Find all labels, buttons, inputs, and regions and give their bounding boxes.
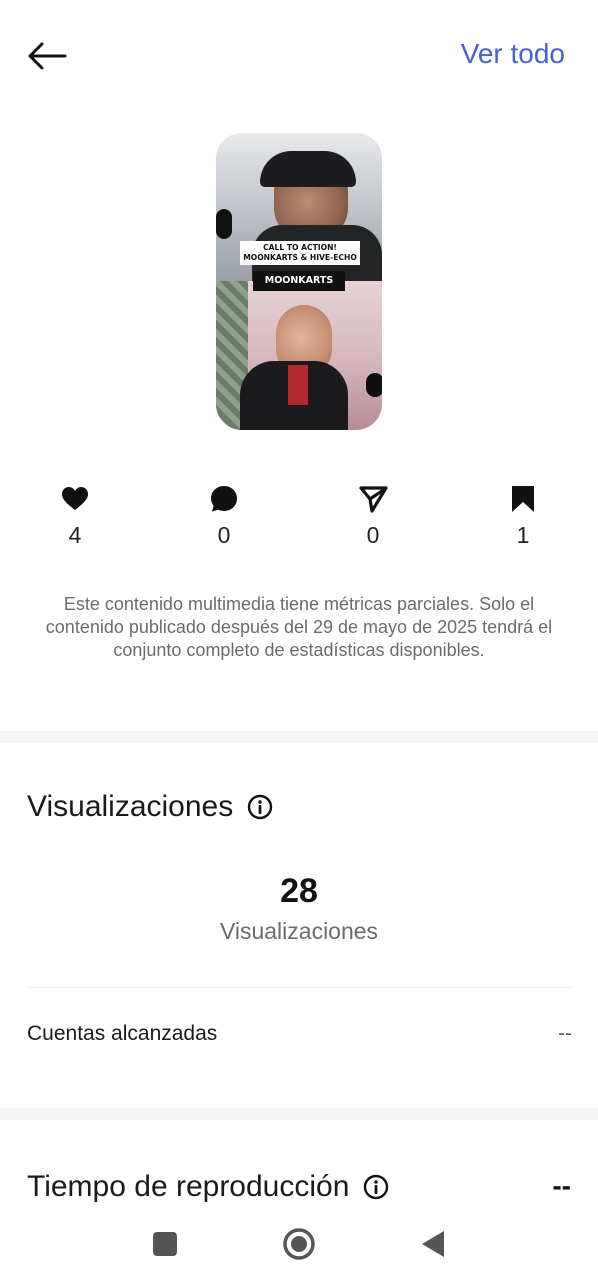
watch-time-value: -- (552, 1170, 571, 1201)
system-back-button[interactable] (413, 1224, 453, 1264)
info-icon[interactable] (247, 794, 273, 820)
watch-time-title-text: Tiempo de reproducción (27, 1170, 350, 1203)
accounts-reached-row: Cuentas alcanzadas -- (27, 1022, 572, 1046)
likes-count: 4 (68, 522, 82, 548)
section-divider (0, 731, 598, 743)
comments-stat: 0 (184, 484, 264, 549)
share-icon (359, 486, 388, 513)
shares-count: 0 (366, 522, 380, 548)
views-section-title: Visualizaciones (27, 790, 273, 824)
views-count: 28 (280, 872, 318, 910)
comments-count: 0 (217, 522, 231, 548)
views-count-label: Visualizaciones (219, 918, 379, 944)
recents-button[interactable] (145, 1224, 185, 1264)
saves-stat: 1 (483, 484, 563, 549)
see-all-link[interactable]: Ver todo (461, 38, 565, 70)
system-navigation-bar (0, 1206, 598, 1280)
back-button[interactable] (24, 36, 70, 76)
thumbnail-cap (260, 151, 356, 187)
views-divider (27, 987, 572, 988)
arrow-left-icon (28, 42, 67, 70)
section-divider-2 (0, 1108, 598, 1120)
engagement-stats: 4 0 0 1 (0, 484, 598, 554)
watch-time-section-title: Tiempo de reproducción (27, 1170, 389, 1204)
bookmark-icon (512, 486, 534, 512)
media-thumbnail[interactable]: CALL TO ACTION! MOONKARTS & HIVE-ECHO MO… (216, 133, 382, 430)
partial-metrics-notice: Este contenido multimedia tiene métricas… (45, 594, 553, 660)
accounts-reached-value: -- (558, 1022, 572, 1045)
circle-home-icon (283, 1228, 315, 1260)
thumbnail-caption-line1: CALL TO ACTION! (263, 243, 337, 252)
accounts-reached-label: Cuentas alcanzadas (27, 1022, 218, 1045)
thumbnail-tag: MOONKARTS (253, 271, 345, 291)
triangle-back-icon (422, 1231, 444, 1257)
comment-icon (211, 486, 237, 512)
views-title-text: Visualizaciones (27, 790, 234, 823)
thumbnail-caption: CALL TO ACTION! MOONKARTS & HIVE-ECHO (240, 241, 360, 265)
thumbnail-caption-line2: MOONKARTS & HIVE-ECHO (243, 253, 357, 262)
thumbnail-microphone-two (366, 373, 382, 397)
likes-stat: 4 (35, 484, 115, 549)
saves-count: 1 (516, 522, 530, 548)
square-icon (153, 1232, 177, 1256)
top-bar: Ver todo (0, 0, 598, 112)
thumbnail-person-two-shirt (288, 365, 308, 405)
shares-stat: 0 (333, 484, 413, 549)
heart-icon (62, 487, 88, 510)
home-button[interactable] (279, 1224, 319, 1264)
info-icon[interactable] (363, 1174, 389, 1200)
thumbnail-microphone (216, 209, 232, 239)
